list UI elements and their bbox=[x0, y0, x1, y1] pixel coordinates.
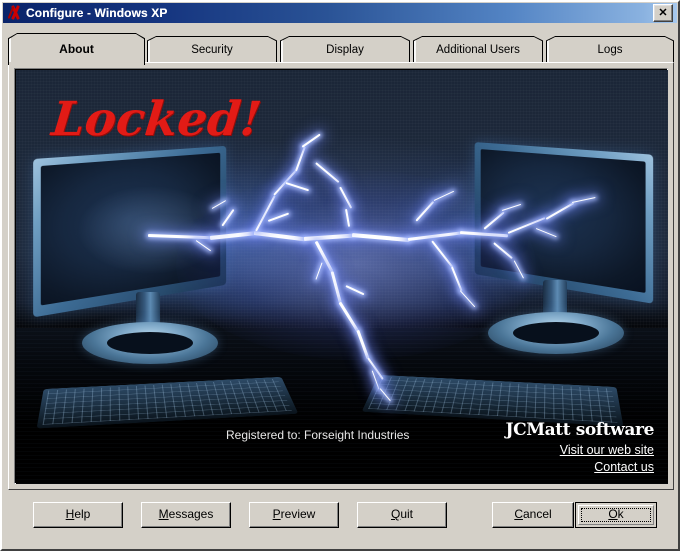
tab-label: Security bbox=[191, 43, 233, 56]
tab-label: Additional Users bbox=[436, 43, 520, 56]
button-bar: Help Messages Preview Quit Cancel Ok bbox=[2, 498, 678, 549]
configure-window: Configure - Windows XP ✕ About Security Di… bbox=[0, 0, 680, 551]
left-monitor-base-hole bbox=[107, 332, 193, 354]
cancel-button[interactable]: Cancel bbox=[492, 502, 574, 528]
ok-button[interactable]: Ok bbox=[575, 502, 657, 528]
title-bar: Configure - Windows XP ✕ bbox=[3, 3, 677, 23]
tab-about[interactable]: About bbox=[8, 33, 145, 65]
tab-display[interactable]: Display bbox=[280, 36, 410, 63]
tab-security[interactable]: Security bbox=[147, 36, 277, 63]
splash-image: Locked! Registered to: Forseight Industr… bbox=[16, 70, 668, 484]
tab-label: Logs bbox=[597, 43, 623, 56]
brand-block: JCMatt software Visit our web site Conta… bbox=[505, 420, 654, 474]
cancel-button-label: Cancel bbox=[514, 507, 552, 521]
messages-button[interactable]: Messages bbox=[141, 502, 231, 528]
active-tab-join bbox=[9, 62, 144, 65]
splash-frame: Locked! Registered to: Forseight Industr… bbox=[14, 68, 668, 484]
quit-button-label: Quit bbox=[390, 507, 414, 521]
messages-button-label: Messages bbox=[158, 507, 214, 521]
help-button-label: Help bbox=[65, 507, 91, 521]
help-button[interactable]: Help bbox=[33, 502, 123, 528]
window-title: Configure - Windows XP bbox=[26, 6, 168, 20]
contact-us-link[interactable]: Contact us bbox=[505, 460, 654, 474]
tab-label: Display bbox=[326, 43, 364, 56]
default-button-face: Ok bbox=[578, 505, 654, 525]
close-button[interactable]: ✕ bbox=[653, 4, 673, 22]
about-tab-panel: Locked! Registered to: Forseight Industr… bbox=[8, 62, 674, 490]
ok-button-label: Ok bbox=[608, 507, 624, 521]
preview-button-label: Preview bbox=[272, 507, 316, 521]
tab-logs[interactable]: Logs bbox=[546, 36, 674, 63]
brand-name: JCMatt software bbox=[505, 420, 654, 440]
tab-additional-users[interactable]: Additional Users bbox=[413, 36, 543, 63]
locked-headline: Locked! bbox=[49, 92, 264, 147]
close-icon: ✕ bbox=[658, 6, 668, 19]
left-monitor-screen-glow bbox=[76, 185, 226, 275]
tab-strip: About Security Display Additional Users Logs bbox=[8, 33, 674, 65]
lightning-bolt-icon bbox=[7, 5, 23, 21]
visit-website-link[interactable]: Visit our web site bbox=[505, 443, 654, 457]
right-monitor-base-hole bbox=[513, 322, 599, 344]
tab-label: About bbox=[59, 42, 94, 56]
quit-button[interactable]: Quit bbox=[357, 502, 447, 528]
registered-to-label: Registered to: Forseight Industries bbox=[226, 428, 410, 442]
preview-button[interactable]: Preview bbox=[249, 502, 339, 528]
